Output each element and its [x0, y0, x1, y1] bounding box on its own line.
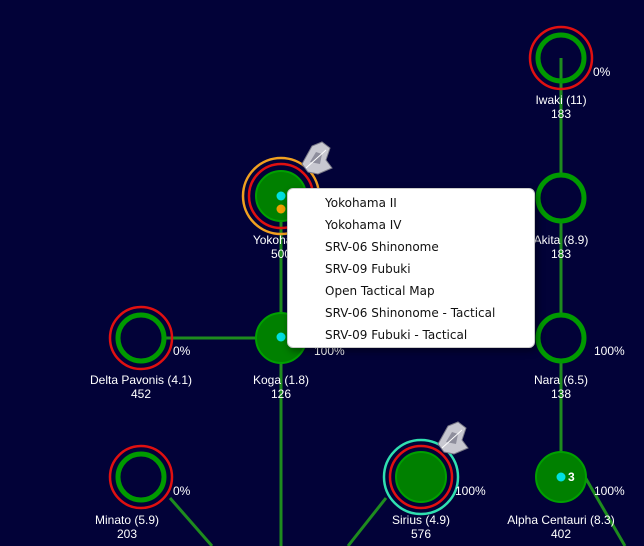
system-value: 183 — [550, 247, 572, 261]
menu-item-yokohama-iv[interactable]: Yokohama IV — [288, 214, 534, 236]
starship-icon[interactable] — [301, 141, 333, 175]
system-value: 402 — [550, 527, 572, 541]
system-name: Minato (5.9) — [94, 513, 160, 527]
fleet-marker — [556, 472, 566, 482]
system-nara[interactable] — [535, 312, 587, 364]
route-minato-south — [168, 497, 214, 546]
system-label-alpha-centauri: Alpha Centauri (8.3) 402 — [507, 513, 614, 541]
system-name: Alpha Centauri (8.3) — [507, 513, 615, 527]
system-name: Akita (8.9) — [533, 233, 589, 247]
system-percent: 100% — [594, 484, 625, 498]
fleet-marker-orange — [276, 204, 286, 214]
menu-item-srv-09-fubuki-tactical[interactable]: SRV-09 Fubuki - Tactical — [288, 324, 534, 346]
system-value: 452 — [130, 387, 152, 401]
system-percent: 100% — [455, 484, 486, 498]
system-name: Delta Pavonis (4.1) — [89, 373, 193, 387]
system-label-sirius: Sirius (4.9) 576 — [392, 513, 450, 541]
system-label-iwaki: Iwaki (11) 183 — [535, 93, 586, 121]
system-akita[interactable] — [535, 172, 587, 224]
fleet-marker-cyan — [276, 191, 286, 201]
system-value: 138 — [550, 387, 572, 401]
menu-item-srv-06-shinonome[interactable]: SRV-06 Shinonome — [288, 236, 534, 258]
system-name: Nara (6.5) — [533, 373, 589, 387]
menu-item-yokohama-ii[interactable]: Yokohama II — [288, 192, 534, 214]
system-value: 126 — [270, 387, 292, 401]
system-percent: 0% — [173, 344, 191, 358]
menu-item-open-tactical-map[interactable]: Open Tactical Map — [288, 280, 534, 302]
system-label-delta-pavonis: Delta Pavonis (4.1) 452 — [90, 373, 192, 401]
system-name: Koga (1.8) — [252, 373, 310, 387]
menu-item-srv-06-shinonome-tactical[interactable]: SRV-06 Shinonome - Tactical — [288, 302, 534, 324]
starship-icon[interactable] — [437, 421, 469, 455]
system-label-akita: Akita (8.9) 183 — [534, 233, 589, 261]
system-name: Sirius (4.9) — [391, 513, 451, 527]
system-percent: 0% — [593, 65, 611, 79]
system-alpha-centauri[interactable] — [535, 451, 587, 503]
system-percent: 0% — [173, 484, 191, 498]
system-label-koga: Koga (1.8) 126 — [253, 373, 309, 401]
fleet-count: 3 — [568, 470, 575, 484]
menu-item-srv-09-fubuki[interactable]: SRV-09 Fubuki — [288, 258, 534, 280]
system-value: 576 — [410, 527, 432, 541]
system-label-minato: Minato (5.9) 203 — [95, 513, 159, 541]
system-value: 183 — [550, 107, 572, 121]
system-percent: 100% — [594, 344, 625, 358]
system-minato[interactable] — [108, 444, 174, 510]
fleet-marker — [276, 332, 286, 342]
system-label-nara: Nara (6.5) 138 — [534, 373, 588, 401]
context-menu: Yokohama II Yokohama IV SRV-06 Shinonome… — [287, 188, 535, 348]
system-value: 203 — [116, 527, 138, 541]
route-sirius-south — [346, 497, 388, 546]
system-delta-pavonis[interactable] — [108, 305, 174, 371]
system-name: Iwaki (11) — [535, 93, 587, 107]
